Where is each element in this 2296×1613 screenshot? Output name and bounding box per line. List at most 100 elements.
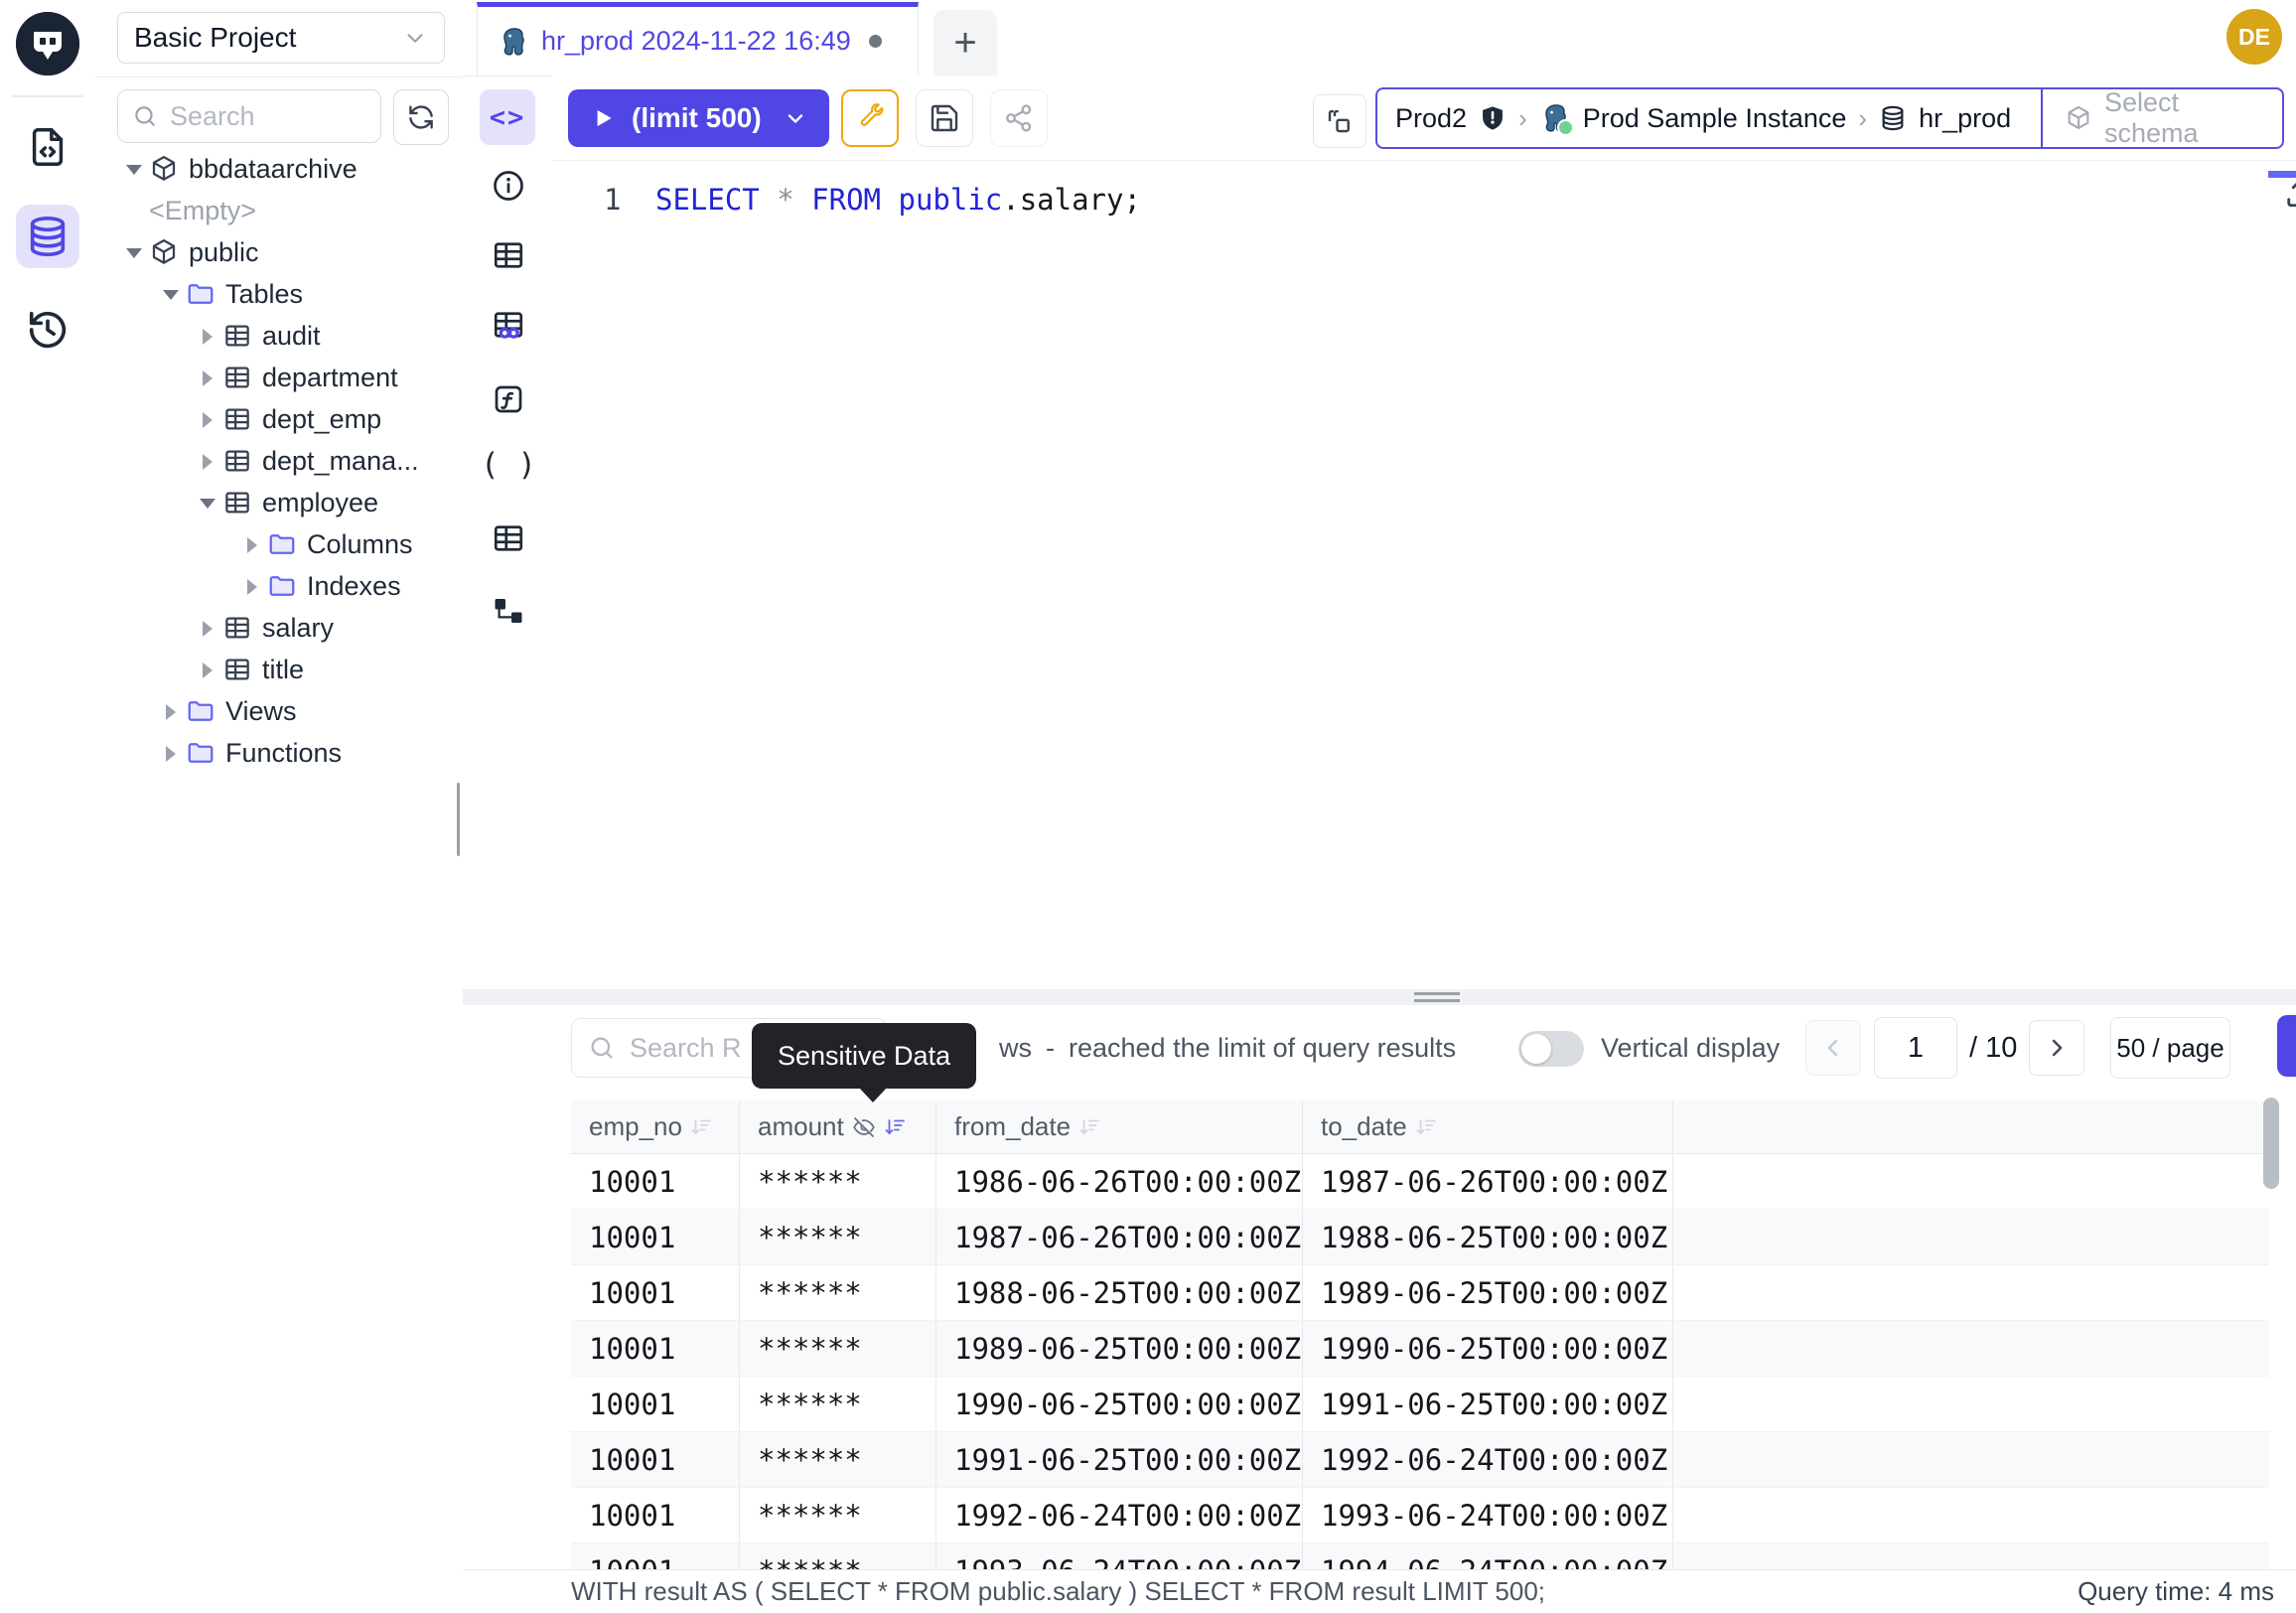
code-view-icon[interactable]: <> [480, 89, 535, 145]
sql-code-line[interactable]: SELECT * FROM public.salary; [655, 183, 1141, 217]
cell-amount: ****** [740, 1543, 936, 1569]
column-label: to_date [1321, 1111, 1407, 1142]
save-button[interactable] [916, 89, 973, 147]
table-row[interactable]: 10001******1991-06-25T00:00:00Z1992-06-2… [571, 1432, 2269, 1488]
sidebar-search[interactable] [117, 89, 381, 143]
tree-item-functions[interactable]: Functions [95, 732, 463, 774]
run-query-button[interactable]: (limit 500) [568, 89, 829, 147]
select-schema-button[interactable]: Select schema [2043, 89, 2282, 147]
project-selector[interactable]: Basic Project [117, 12, 445, 64]
export-button[interactable] [2277, 1015, 2296, 1077]
tree-item-title[interactable]: title [95, 649, 463, 690]
sort-icon[interactable] [1415, 1115, 1439, 1139]
tree-item-public[interactable]: public [95, 231, 463, 273]
refresh-button[interactable] [393, 89, 449, 145]
column-label: amount [758, 1111, 844, 1142]
limit-notice: reached the limit of query results [1069, 1033, 1456, 1064]
tree-item-department[interactable]: department [95, 357, 463, 398]
table-row[interactable]: 10001******1990-06-25T00:00:00Z1991-06-2… [571, 1377, 2269, 1432]
page-number-box[interactable] [1874, 1017, 1957, 1079]
cell-from_date: 1990-06-25T00:00:00Z [936, 1377, 1303, 1431]
sidebar: Basic Project bbdataarchive<Empty>public… [95, 0, 464, 1613]
bytebase-logo[interactable] [16, 12, 79, 75]
upload-icon[interactable] [2282, 175, 2296, 211]
page-number-input[interactable] [1884, 1031, 1947, 1066]
caret-down-icon[interactable] [125, 161, 141, 177]
share-button[interactable] [990, 89, 1048, 147]
sort-icon[interactable] [884, 1115, 908, 1139]
column-header-amount[interactable]: amount [740, 1100, 936, 1153]
caret-right-icon[interactable] [243, 536, 259, 552]
eye-off-icon[interactable] [852, 1115, 876, 1139]
caret-right-icon[interactable] [199, 620, 215, 636]
tree-item-employee[interactable]: employee [95, 482, 463, 523]
worksheet-icon[interactable] [16, 115, 79, 179]
table-icon [222, 613, 252, 643]
tree-item-audit[interactable]: audit [95, 315, 463, 357]
column-header-emp_no[interactable]: emp_no [571, 1100, 740, 1153]
caret-right-icon[interactable] [162, 745, 178, 761]
column-header-to_date[interactable]: to_date [1303, 1100, 1673, 1153]
connection-path[interactable]: Prod2 › Prod Sample Instance › [1377, 89, 2041, 147]
splitter-handle-icon[interactable] [1414, 992, 1460, 1006]
tree-item-bbdataarchive[interactable]: bbdataarchive [95, 148, 463, 190]
table-row[interactable]: 10001******1987-06-26T00:00:00Z1988-06-2… [571, 1210, 2269, 1265]
next-page-button[interactable] [2029, 1020, 2084, 1076]
caret-down-icon[interactable] [199, 495, 215, 511]
table-row[interactable]: 10001******1988-06-25T00:00:00Z1989-06-2… [571, 1265, 2269, 1321]
history-icon[interactable] [16, 298, 79, 362]
caret-right-icon[interactable] [243, 578, 259, 594]
add-tab-button[interactable]: + [933, 10, 997, 75]
cell-filler [1673, 1432, 2269, 1487]
sensitive-table-icon[interactable] [491, 307, 526, 343]
caret-right-icon[interactable] [199, 453, 215, 469]
tree-item-tables[interactable]: Tables [95, 273, 463, 315]
shield-icon [1479, 104, 1507, 132]
sort-icon[interactable] [690, 1115, 714, 1139]
tree-item-dept-emp[interactable]: dept_emp [95, 398, 463, 440]
table-row[interactable]: 10001******1986-06-26T00:00:00Z1987-06-2… [571, 1154, 2269, 1210]
database-icon[interactable] [16, 205, 79, 268]
caret-right-icon[interactable] [199, 369, 215, 385]
schema-diagram-icon[interactable] [491, 593, 526, 629]
sql-editor[interactable]: 1 SELECT * FROM public.salary; [552, 161, 2296, 989]
table-info-icon[interactable] [491, 237, 526, 273]
tree-item-empty: <Empty> [95, 190, 463, 231]
table-row[interactable]: 10001******1989-06-25T00:00:00Z1990-06-2… [571, 1321, 2269, 1377]
table-row[interactable]: 10001******1993-06-24T00:00:00Z1994-06-2… [571, 1543, 2269, 1569]
table-icon [222, 655, 252, 684]
page-size-select[interactable]: 50 / page [2110, 1017, 2230, 1079]
admin-wrench-button[interactable] [841, 89, 899, 147]
info-icon[interactable] [491, 168, 526, 204]
panel-splitter[interactable] [463, 989, 2296, 1005]
caret-right-icon[interactable] [162, 703, 178, 719]
tree-item-views[interactable]: Views [95, 690, 463, 732]
cell-to_date: 1989-06-25T00:00:00Z [1303, 1265, 1673, 1320]
sort-icon[interactable] [1078, 1115, 1102, 1139]
search-input[interactable] [168, 100, 366, 133]
column-header-from_date[interactable]: from_date [936, 1100, 1303, 1153]
tree-item-salary[interactable]: salary [95, 607, 463, 649]
cell-from_date: 1992-06-24T00:00:00Z [936, 1488, 1303, 1542]
results-scrollbar[interactable] [2263, 1098, 2279, 1189]
tab-hr-prod[interactable]: hr_prod 2024-11-22 16:49 [477, 2, 919, 75]
caret-right-icon[interactable] [199, 661, 215, 677]
caret-right-icon[interactable] [199, 328, 215, 344]
caret-down-icon[interactable] [162, 286, 178, 302]
vertical-display-label: Vertical display [1601, 1005, 1780, 1091]
caret-down-icon[interactable] [125, 244, 141, 260]
batch-query-icon[interactable] [1313, 94, 1366, 148]
tree-item-dept-mana[interactable]: dept_mana... [95, 440, 463, 482]
caret-right-icon[interactable] [199, 411, 215, 427]
table-row[interactable]: 10001******1992-06-24T00:00:00Z1993-06-2… [571, 1488, 2269, 1543]
function-icon[interactable] [491, 381, 526, 417]
parentheses-icon[interactable]: ( ) [491, 447, 526, 483]
prev-page-button[interactable] [1805, 1020, 1861, 1076]
sensitive-data-tooltip: Sensitive Data [752, 1023, 976, 1089]
vertical-display-toggle[interactable] [1518, 1031, 1584, 1067]
table-icon[interactable] [491, 520, 526, 556]
tree-item-indexes[interactable]: Indexes [95, 565, 463, 607]
run-options-chevron-icon[interactable] [784, 106, 807, 130]
avatar[interactable]: DE [2226, 9, 2282, 65]
tree-item-columns[interactable]: Columns [95, 523, 463, 565]
